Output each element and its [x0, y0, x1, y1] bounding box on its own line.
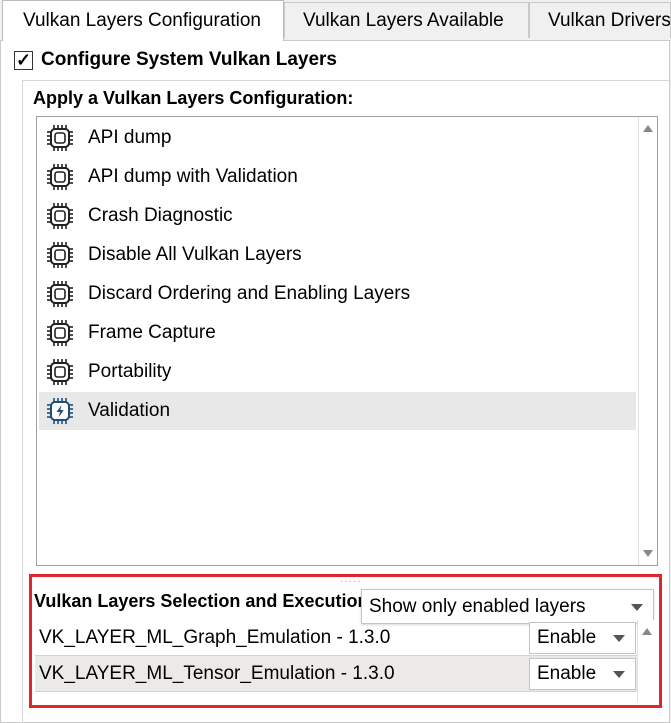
layer-state-dropdown[interactable]: Enable: [529, 622, 636, 654]
configuration-list[interactable]: API dump API dump with Validation Crash Di…: [36, 116, 658, 566]
scroll-down-icon[interactable]: [643, 550, 653, 557]
scroll-up-icon[interactable]: [642, 628, 652, 635]
configure-system-layers-label[interactable]: Configure System Vulkan Layers: [41, 49, 337, 71]
configure-system-layers-row: ✓ Configure System Vulkan Layers: [14, 48, 337, 72]
chip-icon: [47, 359, 73, 385]
splitter-handle[interactable]: ·····: [340, 576, 362, 587]
apply-configuration-title: Apply a Vulkan Layers Configuration:: [33, 88, 354, 108]
chip-icon: [47, 125, 73, 151]
list-item-label: Disable All Vulkan Layers: [88, 244, 302, 265]
tab-label: Vulkan Layers Available: [303, 10, 504, 31]
layer-filter-dropdown[interactable]: Show only enabled layers: [361, 589, 654, 624]
chevron-down-icon: [613, 635, 625, 642]
list-item-label: Crash Diagnostic: [88, 205, 233, 226]
tab-vulkan-drivers[interactable]: Vulkan Drivers: [529, 2, 671, 38]
list-item[interactable]: Disable All Vulkan Layers: [39, 236, 636, 274]
layer-state-value: Enable: [537, 663, 597, 684]
layer-state-value: Enable: [537, 627, 597, 648]
table-row[interactable]: VK_LAYER_ML_Tensor_Emulation - 1.3.0 Ena…: [35, 656, 637, 692]
tab-vulkan-layers-configuration[interactable]: Vulkan Layers Configuration: [2, 0, 284, 41]
list-item-label: Frame Capture: [88, 322, 216, 343]
chip-icon: [47, 164, 73, 190]
list-item[interactable]: Crash Diagnostic: [39, 197, 636, 235]
list-item-label: API dump: [88, 127, 172, 148]
table-row[interactable]: VK_LAYER_ML_Graph_Emulation - 1.3.0 Enab…: [35, 620, 637, 656]
tab-label: Vulkan Drivers: [548, 10, 671, 31]
list-item[interactable]: API dump: [39, 119, 636, 157]
list-item[interactable]: API dump with Validation: [39, 158, 636, 196]
layer-name: VK_LAYER_ML_Tensor_Emulation - 1.3.0: [39, 662, 395, 684]
chip-icon: [47, 242, 73, 268]
layers-table: VK_LAYER_ML_Graph_Emulation - 1.3.0 Enab…: [35, 620, 656, 702]
chip-icon: [47, 320, 73, 346]
tab-vulkan-layers-available[interactable]: Vulkan Layers Available: [284, 2, 529, 38]
layer-filter-value: Show only enabled layers: [369, 595, 586, 617]
layers-table-scrollbar[interactable]: [637, 620, 656, 702]
configure-system-layers-checkbox[interactable]: ✓: [14, 50, 33, 70]
list-item-label: Portability: [88, 361, 172, 382]
tab-bar: Vulkan Layers Configuration Vulkan Layer…: [0, 0, 671, 41]
chip-icon: [47, 281, 73, 307]
list-item-label: Discard Ordering and Enabling Layers: [88, 283, 411, 304]
list-item[interactable]: Discard Ordering and Enabling Layers: [39, 275, 636, 313]
configuration-list-scrollbar[interactable]: [638, 117, 657, 565]
list-item-label: Validation: [88, 400, 171, 421]
chevron-down-icon: [631, 603, 643, 611]
tab-label: Vulkan Layers Configuration: [23, 10, 261, 31]
layers-selection-title: Vulkan Layers Selection and Execution: [34, 591, 362, 611]
chevron-down-icon: [613, 671, 625, 678]
list-item[interactable]: Validation: [39, 392, 636, 430]
chip-lightning-icon: [47, 398, 73, 424]
list-item-label: API dump with Validation: [88, 166, 298, 187]
scroll-up-icon[interactable]: [643, 125, 653, 132]
list-item[interactable]: Frame Capture: [39, 314, 636, 352]
list-item[interactable]: Portability: [39, 353, 636, 391]
layer-name: VK_LAYER_ML_Graph_Emulation - 1.3.0: [39, 626, 391, 648]
layer-state-dropdown[interactable]: Enable: [529, 658, 636, 690]
chip-icon: [47, 203, 73, 229]
